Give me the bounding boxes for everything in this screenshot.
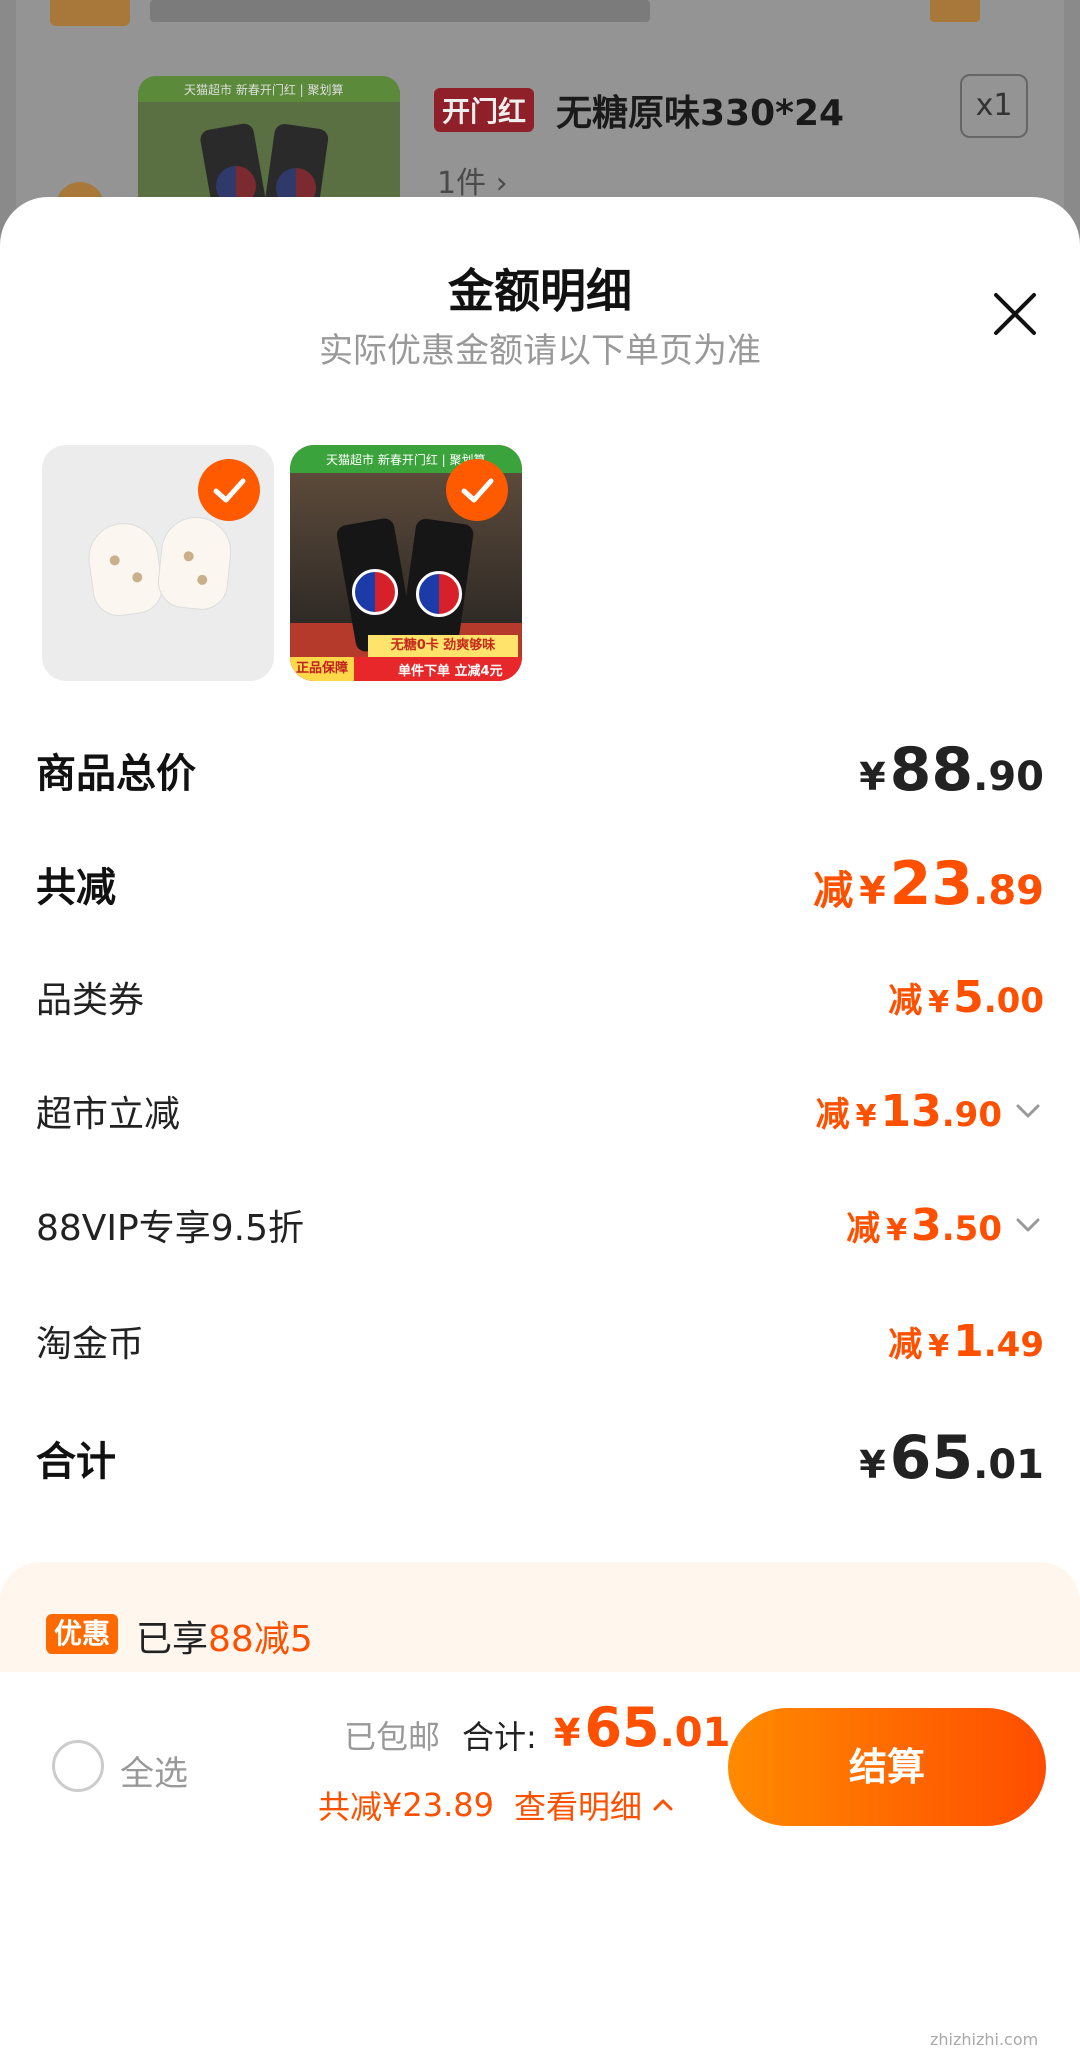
total-row: 合计 ¥65.01 [36, 1423, 1044, 1493]
coupon-row: 品类券 减 ¥5.00 [36, 967, 1044, 1027]
coins-label: 淘金币 [36, 1324, 145, 1365]
watermark-url: zhizhizhi.com [930, 2030, 1039, 2049]
checkout-total-label: 合计: [462, 1718, 537, 1756]
watermark-logo: 值值值 [926, 1983, 1064, 2034]
background-coupon-link [930, 0, 980, 22]
close-icon[interactable] [988, 287, 1042, 341]
product-thumbnails: 天猫超市 新春开门红 | 聚划算 无糖0卡 劲爽够味 单件下单 立减4元 正品保… [42, 445, 522, 681]
market-discount-amount: 减 ¥13.90 [816, 1086, 1044, 1137]
shipping-label: 已包邮 [344, 1718, 441, 1756]
view-details-link[interactable]: 共减 ¥23.89 查看明细 [318, 1782, 676, 1828]
subtotal-amount: ¥88.90 [859, 735, 1044, 805]
market-discount-row[interactable]: 超市立减 减 ¥13.90 [36, 1081, 1044, 1141]
coupon-label: 品类券 [36, 980, 145, 1021]
sheet-title: 金额明细 [448, 264, 632, 318]
promo-bar: 优惠 已享88减5 [0, 1562, 1080, 1672]
product-thumb-socks[interactable] [42, 445, 274, 681]
background-store-name [150, 0, 650, 22]
check-icon[interactable] [446, 459, 508, 521]
market-discount-label: 超市立减 [36, 1094, 181, 1135]
background-product-name: 无糖原味330*24 [556, 93, 845, 134]
select-all-label[interactable]: 全选 [120, 1746, 188, 1795]
guarantee-badge: 正品保障 [290, 657, 354, 681]
chevron-up-icon [653, 1799, 673, 1811]
background-quantity: 1件 › [437, 166, 508, 201]
subtotal-row: 商品总价 ¥88.90 [36, 735, 1044, 805]
checkout-total-amount: ¥65.01 [554, 1696, 731, 1759]
pepsi-promo-text: 无糖0卡 劲爽够味 [368, 635, 518, 657]
vip-discount-amount: 减 ¥3.50 [846, 1200, 1044, 1251]
subtotal-label: 商品总价 [36, 751, 196, 797]
total-amount: ¥65.01 [859, 1423, 1044, 1493]
vip-discount-label: 88VIP专享9.5折 [36, 1208, 305, 1249]
promo-badge: 优惠 [46, 1614, 119, 1654]
check-icon[interactable] [198, 459, 260, 521]
checkout-bar: 全选 已包邮 合计: ¥65.01 共减 ¥23.89 查看明细 结算 [0, 1676, 1080, 1863]
coupon-amount: 减 ¥5.00 [888, 971, 1044, 1023]
background-qty-badge: x1 [960, 74, 1028, 138]
chevron-down-icon [1016, 1104, 1040, 1118]
product-thumb-pepsi[interactable]: 天猫超市 新春开门红 | 聚划算 无糖0卡 劲爽够味 单件下单 立减4元 正品保… [290, 445, 522, 681]
checkout-button[interactable]: 结算 [728, 1708, 1046, 1826]
background-store-badge [50, 0, 130, 26]
sheet-subtitle: 实际优惠金额请以下单页为准 [319, 331, 761, 371]
discount-label: 共减 [36, 865, 116, 911]
select-all-checkbox[interactable] [52, 1740, 104, 1792]
promo-text: 已享88减5 [136, 1619, 313, 1660]
coins-amount: 减 ¥1.49 [888, 1315, 1044, 1367]
vip-discount-row[interactable]: 88VIP专享9.5折 减 ¥3.50 [36, 1195, 1044, 1255]
coins-row: 淘金币 减 ¥1.49 [36, 1311, 1044, 1371]
chevron-down-icon [1016, 1218, 1040, 1232]
background-product-tag: 开门红 [434, 88, 535, 132]
total-label: 合计 [36, 1439, 116, 1485]
discount-amount: 减 ¥23.89 [813, 849, 1044, 919]
discount-row: 共减 减 ¥23.89 [36, 849, 1044, 919]
